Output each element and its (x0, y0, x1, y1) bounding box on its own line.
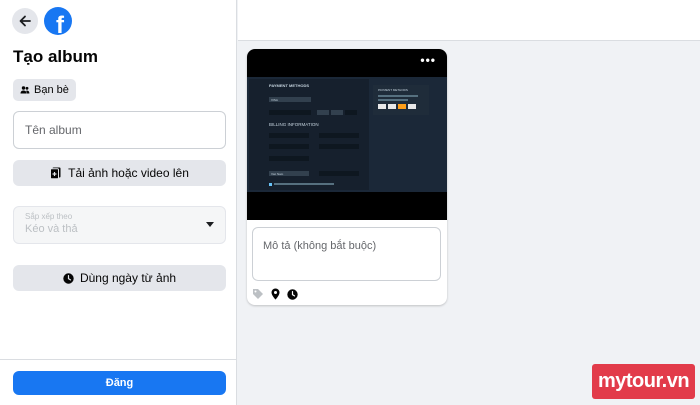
album-panel: f Tạo album Bạn bè Tên album Tải ảnh hoặ… (0, 0, 237, 405)
sort-select[interactable]: Sắp xếp theo Kéo và thả (13, 206, 226, 244)
payment-screenshot: PAYMENT METHODS VISA BILLING INFORMATION… (247, 77, 447, 192)
location-pin-icon[interactable] (270, 288, 281, 300)
privacy-button[interactable]: Bạn bè (13, 79, 76, 101)
page-title: Tạo album (13, 47, 99, 66)
description-placeholder: Mô tả (không bắt buộc) (263, 240, 377, 252)
more-options-icon[interactable]: ••• (420, 53, 436, 67)
album-name-placeholder: Tên album (25, 123, 82, 137)
screen-card-type: VISA (271, 98, 278, 102)
album-name-input[interactable]: Tên album (13, 111, 226, 149)
back-button[interactable] (12, 8, 38, 34)
upload-button[interactable]: Tải ảnh hoặc video lên (13, 160, 226, 186)
photo-actions (252, 288, 298, 300)
screen-billing-title: BILLING INFORMATION (269, 122, 319, 127)
screen-right-title: PAYMENT METHODS (378, 88, 408, 92)
arrow-left-icon (19, 15, 31, 27)
use-photo-date-button[interactable]: Dùng ngày từ ảnh (13, 265, 226, 291)
photo-preview[interactable]: ••• PAYMENT METHODS VISA BILLING INFORMA… (247, 49, 447, 220)
photo-upload-icon (50, 167, 61, 179)
privacy-label: Bạn bè (34, 84, 69, 96)
upload-label: Tải ảnh hoặc video lên (68, 166, 189, 180)
chevron-down-icon (206, 222, 214, 227)
description-input[interactable]: Mô tả (không bắt buộc) (252, 227, 441, 281)
screen-left-title: PAYMENT METHODS (269, 83, 309, 88)
clock-icon[interactable] (287, 288, 298, 300)
friends-icon (20, 86, 30, 94)
top-bar (238, 0, 700, 41)
screen-country: Viet Nam (271, 172, 284, 176)
payment-form-image: PAYMENT METHODS VISA BILLING INFORMATION… (247, 77, 447, 192)
sort-value: Kéo và thả (25, 223, 78, 235)
sort-label: Sắp xếp theo (25, 212, 73, 221)
facebook-logo[interactable]: f (44, 7, 72, 35)
use-photo-date-label: Dùng ngày từ ảnh (79, 271, 177, 285)
photo-card: ••• PAYMENT METHODS VISA BILLING INFORMA… (247, 49, 447, 305)
watermark-logo: mytour.vn (592, 364, 695, 399)
footer-divider (0, 359, 237, 360)
post-button[interactable]: Đăng (13, 371, 226, 395)
clock-icon (63, 272, 74, 284)
tag-icon[interactable] (252, 288, 264, 300)
